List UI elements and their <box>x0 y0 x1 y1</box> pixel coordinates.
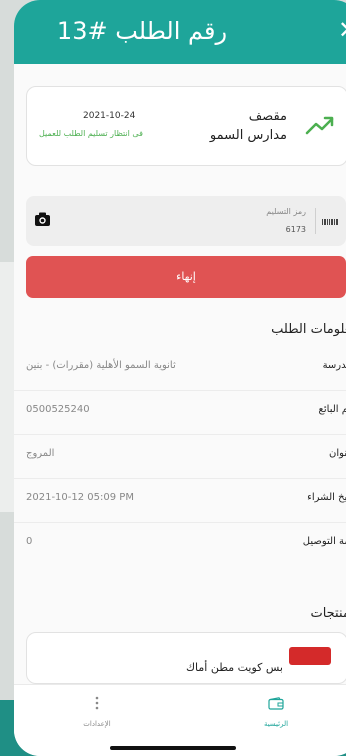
tab-home[interactable]: الرئيسية <box>231 695 321 728</box>
info-label: قيمة التوصيل <box>302 536 346 547</box>
info-label: المدرسة <box>322 360 346 371</box>
product-image <box>289 647 331 665</box>
more-vertical-icon <box>95 696 99 710</box>
finish-button[interactable]: إنهاء <box>26 256 346 298</box>
info-row-seller: رقم البائع 0500525240 <box>14 390 346 435</box>
info-value: 0 <box>26 536 33 547</box>
trend-up-icon <box>305 116 334 135</box>
main-content: مقصف مدارس السمو 2021-10-24 فى انتظار تس… <box>14 64 346 684</box>
info-value: المروج <box>26 448 55 459</box>
delivery-code-label: رمز التسليم <box>266 207 306 216</box>
wallet-icon <box>268 697 284 710</box>
delivery-code-value: 6173 <box>285 225 306 234</box>
product-card[interactable]: بس كويت مطن أماك <box>26 632 346 684</box>
product-name: بس كويت مطن أماك <box>185 661 283 674</box>
info-value: 2021-10-12 05:09 PM <box>26 492 134 503</box>
page-title: رقم الطلب #13 <box>56 17 228 45</box>
order-card[interactable]: مقصف مدارس السمو 2021-10-24 فى انتظار تس… <box>26 86 346 166</box>
home-indicator <box>110 746 236 750</box>
order-details-sheet: رقم الطلب #13 ✕ مقصف مدارس السمو 2021-10… <box>14 0 346 756</box>
order-name: مقصف مدارس السمو <box>209 109 287 143</box>
info-label: رقم البائع <box>318 404 346 415</box>
order-info-title: معلومات الطلب <box>271 322 346 337</box>
header: رقم الطلب #13 ✕ <box>14 0 346 64</box>
background-strip <box>0 262 14 512</box>
info-label: تاريخ الشراء <box>307 492 346 503</box>
delivery-code-field[interactable]: رمز التسليم 6173 <box>26 196 346 246</box>
products-title: المنتجات <box>310 606 346 621</box>
close-icon[interactable]: ✕ <box>338 16 346 44</box>
divider <box>315 208 316 234</box>
order-status: فى انتظار تسليم الطلب للعميل <box>39 129 143 138</box>
tab-settings[interactable]: الإعدادات <box>52 695 142 728</box>
order-date: 2021-10-24 <box>83 111 136 121</box>
camera-icon[interactable] <box>34 211 51 227</box>
info-value: 0500525240 <box>26 404 90 415</box>
info-row-purchase-date: تاريخ الشراء 2021-10-12 05:09 PM <box>14 478 346 523</box>
info-row-delivery-fee: قيمة التوصيل 0 <box>14 522 346 566</box>
tab-settings-label: الإعدادات <box>83 720 111 728</box>
info-label: العنوان <box>329 448 346 459</box>
tab-home-label: الرئيسية <box>263 720 289 728</box>
info-value: ثانوية السمو الأهلية (مقررات) - بنين <box>26 360 176 371</box>
info-row-address: العنوان المروج <box>14 434 346 479</box>
info-row-school: المدرسة ثانوية السمو الأهلية (مقررات) - … <box>14 346 346 391</box>
barcode-icon <box>322 219 338 225</box>
